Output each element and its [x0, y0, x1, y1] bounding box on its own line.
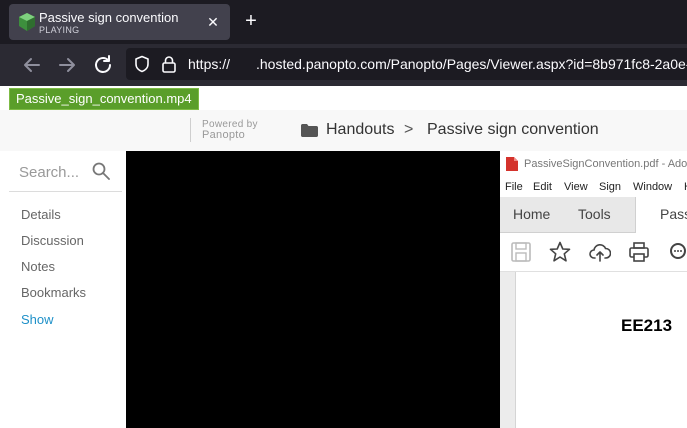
cloud-upload-icon[interactable] [589, 241, 611, 263]
tab-playing-label: PLAYING [39, 25, 80, 35]
tab-title: Passive sign convention [39, 10, 179, 25]
folder-icon [301, 124, 318, 137]
header-divider [190, 118, 191, 142]
arrow-right-icon[interactable] [55, 53, 79, 77]
search-icon[interactable] [668, 241, 687, 263]
tab-document-label: Passi [660, 206, 687, 222]
chevron-right-icon: > [404, 121, 414, 138]
pdf-page[interactable] [515, 272, 687, 428]
plus-icon[interactable]: + [240, 10, 262, 32]
tab-home[interactable]: Home [513, 206, 550, 222]
panopto-favicon-icon [19, 13, 35, 31]
url-scheme[interactable]: https:// [188, 56, 230, 72]
sidebar-item-details[interactable]: Details [21, 207, 61, 222]
panopto-brand-label: Panopto [202, 129, 246, 141]
sidebar-item-discussion[interactable]: Discussion [21, 233, 84, 248]
search-placeholder[interactable]: Search... [19, 164, 79, 181]
menu-edit[interactable]: Edit [533, 181, 552, 193]
reload-icon[interactable] [91, 53, 115, 77]
menu-view[interactable]: View [564, 181, 588, 193]
sidebar-item-notes[interactable]: Notes [21, 259, 55, 274]
video-filename-badge: Passive_sign_convention.mp4 [9, 88, 199, 110]
shield-icon[interactable] [133, 55, 151, 73]
breadcrumb-folder[interactable]: Handouts [326, 121, 395, 139]
menu-window[interactable]: Window [633, 181, 672, 193]
save-icon[interactable] [510, 241, 532, 263]
sidebar-item-bookmarks[interactable]: Bookmarks [21, 285, 86, 300]
star-icon[interactable] [549, 241, 571, 263]
tab-tools[interactable]: Tools [578, 206, 611, 222]
print-icon[interactable] [628, 241, 650, 263]
arrow-left-icon[interactable] [20, 53, 44, 77]
pdf-window-title: PassiveSignConvention.pdf - Adob [524, 158, 687, 170]
close-icon[interactable]: ✕ [205, 14, 221, 30]
breadcrumb-current: Passive sign convention [427, 121, 599, 138]
search-icon[interactable] [92, 162, 110, 180]
show-link[interactable]: Show [21, 312, 54, 327]
menu-sign[interactable]: Sign [599, 181, 621, 193]
pdf-document-heading: EE213 [621, 316, 673, 335]
menu-file[interactable]: File [505, 181, 523, 193]
url-path[interactable]: .hosted.panopto.com/Panopto/Pages/Viewer… [256, 56, 687, 72]
lock-icon[interactable] [161, 55, 177, 73]
pdf-file-icon [506, 157, 518, 171]
video-player[interactable] [126, 151, 500, 428]
